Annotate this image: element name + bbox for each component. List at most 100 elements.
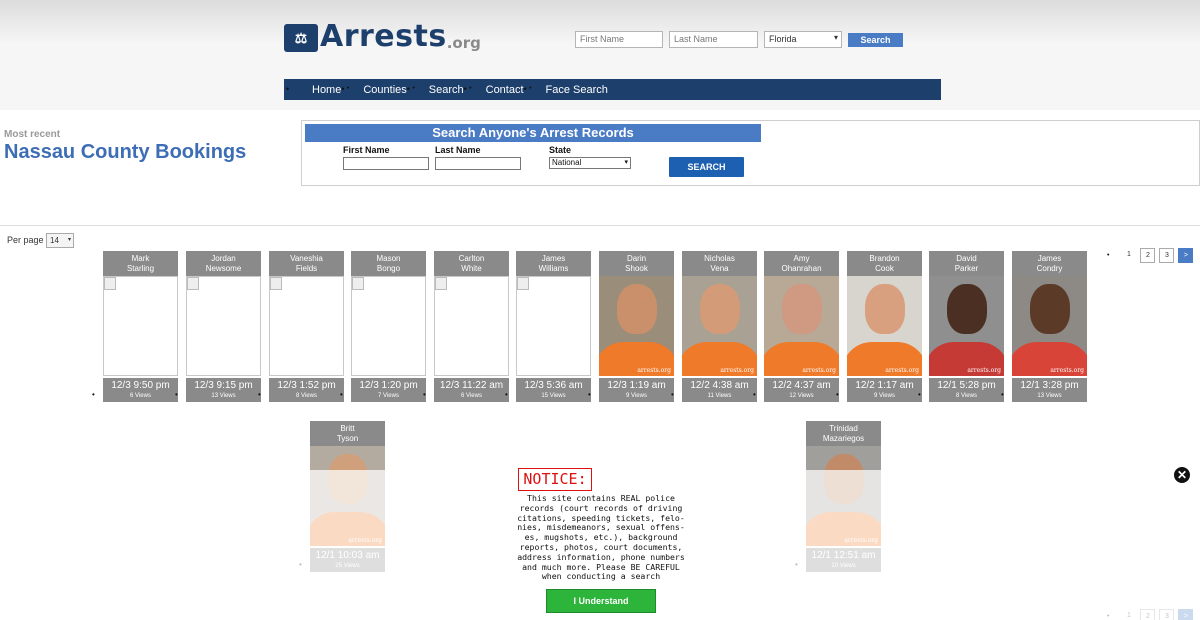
- per-page-select[interactable]: 14 ▾: [46, 233, 74, 248]
- booking-views: 9 Views: [626, 393, 647, 399]
- nav-search[interactable]: Search: [407, 84, 472, 96]
- booking-name[interactable]: Brandon Cook: [847, 251, 922, 276]
- mugshot-photo[interactable]: arrests.org: [929, 276, 1004, 376]
- close-icon[interactable]: ✕: [1173, 466, 1191, 484]
- header-search-button[interactable]: Search: [848, 33, 903, 47]
- state-select-value: National: [552, 158, 582, 167]
- booking-first-name: Vaneshia: [290, 254, 323, 263]
- nav-counties[interactable]: Counties: [341, 84, 415, 96]
- header-state-value: Florida: [769, 34, 797, 44]
- last-name-label: Last Name: [435, 145, 481, 155]
- booking-name[interactable]: Darin Shook: [599, 251, 674, 276]
- booking-meta: 12/3 1:52 pm 8 Views: [269, 378, 344, 402]
- booking-name[interactable]: Mark Starling: [103, 251, 178, 276]
- state-select[interactable]: National ▾: [549, 157, 631, 169]
- mugshot-photo[interactable]: arrests.org: [847, 276, 922, 376]
- booking-card[interactable]: David Parker arrests.org 12/1 5:28 pm 8 View…: [929, 251, 1004, 402]
- mugshot-photo[interactable]: arrests.org: [764, 276, 839, 376]
- list-bullet: •: [258, 390, 261, 399]
- i-understand-button[interactable]: I Understand: [546, 589, 656, 613]
- booking-time: 12/1 3:28 pm: [1020, 380, 1079, 391]
- booking-name[interactable]: David Parker: [929, 251, 1004, 276]
- page-title: Nassau County Bookings: [4, 141, 247, 163]
- booking-card[interactable]: Mason Bongo 12/3 1:20 pm 7 Views: [351, 251, 426, 402]
- booking-name[interactable]: James Condry: [1012, 251, 1087, 276]
- logo-text: Arrests: [320, 19, 447, 54]
- booking-card[interactable]: James Williams 12/3 5:36 am 15 Views: [516, 251, 591, 402]
- broken-image-icon[interactable]: [434, 276, 509, 376]
- header-first-name-input[interactable]: First Name: [575, 31, 663, 48]
- booking-meta: 12/2 4:37 am 12 Views: [764, 378, 839, 402]
- broken-image-icon[interactable]: [269, 276, 344, 376]
- booking-first-name: Nicholas: [704, 254, 735, 263]
- per-page-label: Per page: [7, 235, 44, 245]
- next-page-link[interactable]: >: [1178, 248, 1194, 263]
- search-submit-button[interactable]: SEARCH: [669, 157, 744, 177]
- header-state-select[interactable]: Florida ▾: [764, 31, 842, 48]
- booking-name[interactable]: Jordan Newsome: [186, 251, 261, 276]
- booking-time: 12/3 1:20 pm: [359, 380, 418, 391]
- booking-time: 12/2 4:38 am: [690, 380, 749, 391]
- mugshot-face: [782, 284, 822, 334]
- booking-meta: 12/3 9:15 pm 13 Views: [186, 378, 261, 402]
- mugshot-photo[interactable]: arrests.org: [1012, 276, 1087, 376]
- list-bullet: •: [340, 390, 343, 399]
- nav-face-search[interactable]: Face Search: [523, 84, 608, 96]
- list-bullet: •: [588, 390, 591, 399]
- site-logo[interactable]: ⚖ Arrests .org: [284, 20, 481, 52]
- mugshot-photo[interactable]: arrests.org: [599, 276, 674, 376]
- booking-card[interactable]: Darin Shook arrests.org 12/3 1:19 am 9 Views: [599, 251, 674, 402]
- booking-last-name: Shook: [625, 264, 648, 273]
- booking-views: 8 Views: [956, 393, 977, 399]
- booking-name[interactable]: James Williams: [516, 251, 591, 276]
- nav-contact[interactable]: Contact: [464, 84, 532, 96]
- mugshot-face: [700, 284, 740, 334]
- booking-card[interactable]: Amy Ohanrahan arrests.org 12/2 4:37 am 12 Vi…: [764, 251, 839, 402]
- header-last-name-input[interactable]: Last Name: [669, 31, 758, 48]
- booking-name[interactable]: Mason Bongo: [351, 251, 426, 276]
- pagination-top: • 1 2 3 >: [1107, 248, 1197, 263]
- watermark: arrests.org: [637, 367, 671, 374]
- list-bullet: •: [175, 390, 178, 399]
- chevron-down-icon: ▾: [624, 159, 628, 166]
- booking-meta: 12/2 4:38 am 11 Views: [682, 378, 757, 402]
- booking-name[interactable]: Vaneshia Fields: [269, 251, 344, 276]
- booking-card[interactable]: Nicholas Vena arrests.org 12/2 4:38 am 11 Vi…: [682, 251, 757, 402]
- list-bullet: •: [1001, 390, 1004, 399]
- list-bullet: •: [753, 390, 756, 399]
- booking-views: 13 Views: [211, 393, 236, 399]
- booking-name[interactable]: Nicholas Vena: [682, 251, 757, 276]
- last-name-input[interactable]: [435, 157, 521, 170]
- booking-name[interactable]: Amy Ohanrahan: [764, 251, 839, 276]
- page-3-link[interactable]: 3: [1159, 248, 1175, 263]
- booking-name[interactable]: Britt Tyson: [310, 421, 385, 446]
- booking-name[interactable]: Trinidad Mazariegos: [806, 421, 881, 446]
- booking-first-name: Jordan: [211, 254, 236, 263]
- first-name-input[interactable]: [343, 157, 429, 170]
- booking-name[interactable]: Carlton White: [434, 251, 509, 276]
- broken-image-icon[interactable]: [186, 276, 261, 376]
- page-2-link[interactable]: 2: [1140, 248, 1156, 263]
- mugshot-photo[interactable]: arrests.org: [682, 276, 757, 376]
- broken-image-icon[interactable]: [516, 276, 591, 376]
- booking-card[interactable]: Jordan Newsome 12/3 9:15 pm 13 Views: [186, 251, 261, 402]
- booking-views: 8 Views: [296, 393, 317, 399]
- broken-image-icon[interactable]: [351, 276, 426, 376]
- broken-image-icon[interactable]: [103, 276, 178, 376]
- booking-card[interactable]: Mark Starling 12/3 9:50 pm 6 Views: [103, 251, 178, 402]
- nav-home[interactable]: Home: [286, 84, 350, 96]
- main-nav: Home Counties Search Contact Face Search: [284, 79, 941, 100]
- booking-views: 9 Views: [874, 393, 895, 399]
- booking-last-name: Vena: [710, 264, 729, 273]
- booking-card[interactable]: Vaneshia Fields 12/3 1:52 pm 8 Views: [269, 251, 344, 402]
- booking-card[interactable]: Brandon Cook arrests.org 12/2 1:17 am 9 View…: [847, 251, 922, 402]
- mugshot-face: [617, 284, 657, 334]
- booking-card[interactable]: James Condry arrests.org 12/1 3:28 pm 13 Vie…: [1012, 251, 1087, 402]
- booking-card[interactable]: Carlton White 12/3 11:22 am 6 Views: [434, 251, 509, 402]
- list-bullet: •: [92, 390, 95, 399]
- watermark: arrests.org: [802, 367, 836, 374]
- booking-first-name: Mark: [131, 254, 150, 263]
- booking-time: 12/3 9:50 pm: [111, 380, 170, 391]
- page-1-link[interactable]: 1: [1121, 248, 1136, 263]
- booking-meta: 12/3 1:20 pm 7 Views: [351, 378, 426, 402]
